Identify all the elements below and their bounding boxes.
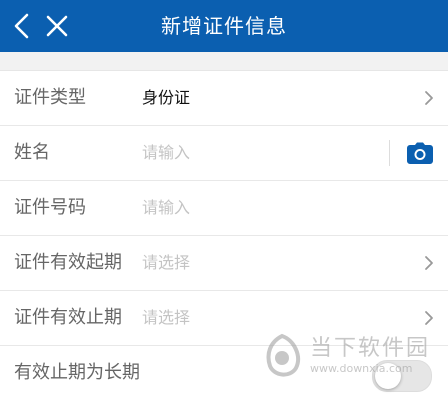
valid-from-label: 证件有效起期 — [14, 252, 122, 273]
chevron-right-icon — [425, 256, 433, 270]
toggle-knob — [375, 363, 401, 389]
certificate-type-value: 身份证 — [142, 88, 191, 107]
valid-from-row[interactable]: 证件有效起期 请选择 — [0, 236, 448, 291]
certificate-type-label: 证件类型 — [14, 87, 86, 108]
chevron-right-icon — [425, 91, 433, 105]
id-number-label: 证件号码 — [14, 197, 86, 218]
long-term-label: 有效止期为长期 — [14, 362, 140, 383]
name-label: 姓名 — [14, 142, 50, 163]
valid-to-row[interactable]: 证件有效止期 请选择 — [0, 291, 448, 346]
long-term-toggle[interactable] — [372, 360, 432, 392]
app-header: 新增证件信息 — [0, 0, 448, 52]
chevron-right-icon — [425, 311, 433, 325]
certificate-form: 证件类型 身份证 姓名 证件号码 证件有效起期 请选择 证件有效止期 请选择 — [0, 70, 448, 401]
valid-to-placeholder: 请选择 — [142, 308, 191, 327]
name-row: 姓名 — [0, 126, 448, 181]
valid-from-placeholder: 请选择 — [142, 253, 191, 272]
page-title: 新增证件信息 — [161, 14, 287, 38]
id-number-row: 证件号码 — [0, 181, 448, 236]
certificate-type-row[interactable]: 证件类型 身份证 — [0, 71, 448, 126]
id-number-input[interactable] — [142, 181, 372, 235]
name-input[interactable] — [142, 126, 372, 180]
camera-icon[interactable] — [407, 142, 433, 164]
camera-divider — [389, 140, 390, 166]
valid-to-label: 证件有效止期 — [14, 307, 122, 328]
long-term-row: 有效止期为长期 — [0, 346, 448, 400]
